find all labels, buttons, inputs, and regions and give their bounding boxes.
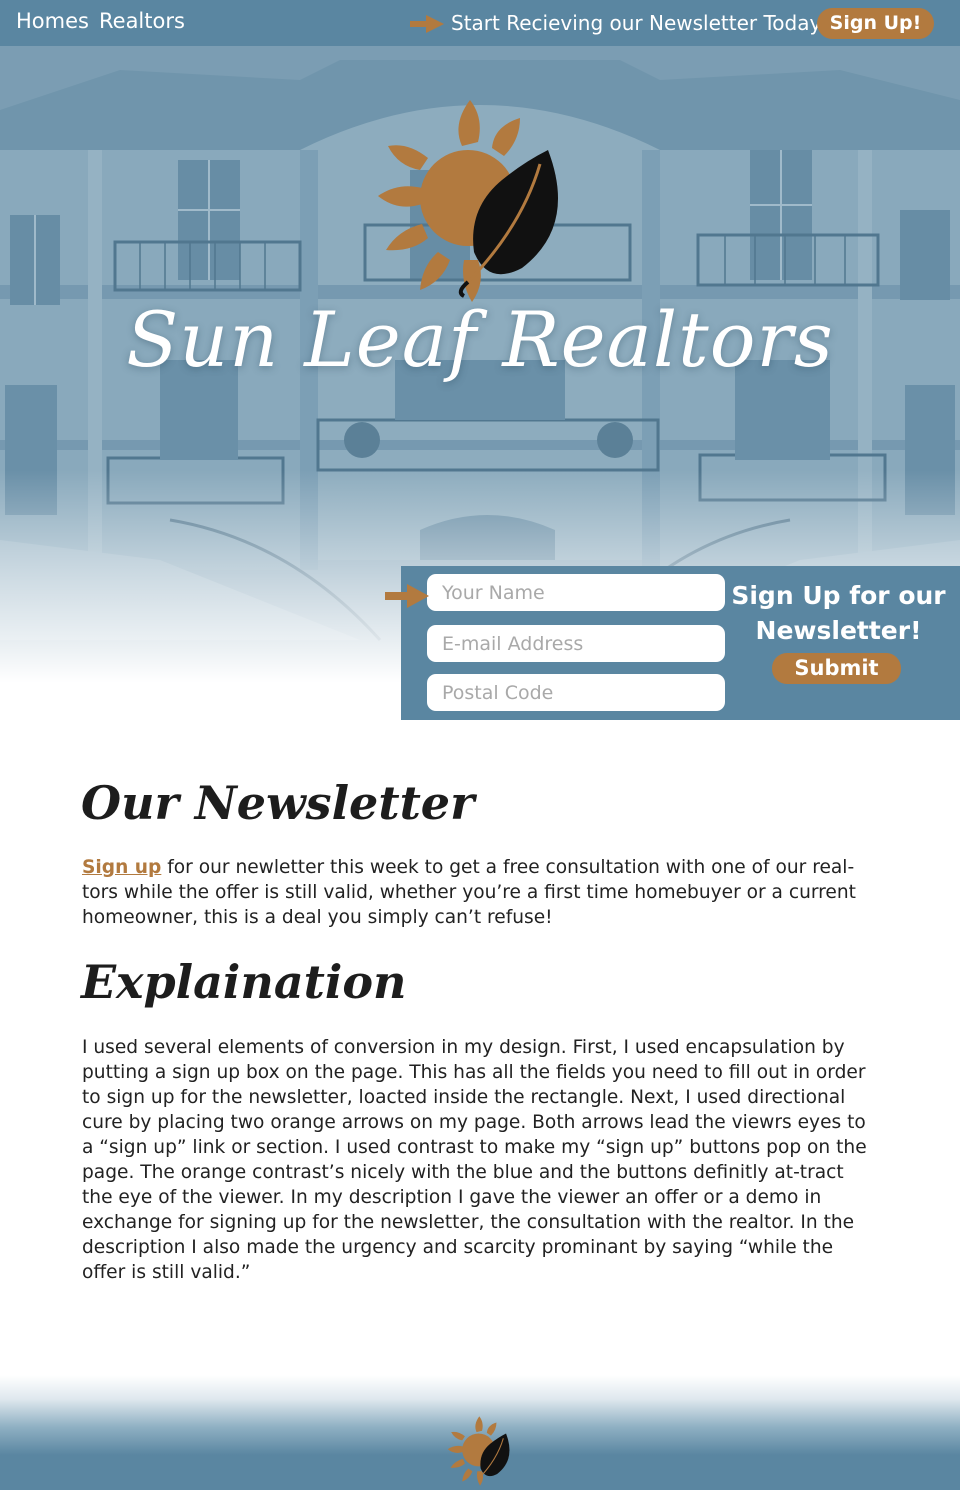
newsletter-signup-box: Sign Up for our Newsletter! Submit: [401, 566, 960, 720]
newsletter-paragraph: Sign up for our newletter this week to g…: [82, 855, 872, 930]
sun-leaf-footer-logo-icon: [447, 1416, 510, 1486]
newsletter-promo-text: Start Recieving our Newsletter Today!: [451, 11, 830, 35]
postal-code-field[interactable]: [427, 674, 725, 711]
top-navbar: Homes Realtors Start Recieving our Newsl…: [0, 0, 960, 46]
name-field[interactable]: [427, 574, 725, 611]
brand-title: Sun Leaf Realtors: [126, 295, 834, 384]
newsletter-title: Our Newsletter: [81, 776, 475, 830]
submit-button[interactable]: Submit: [772, 653, 901, 684]
orange-arrow-icon: [410, 15, 444, 33]
newsletter-body-text: for our newletter this week to get a fre…: [82, 857, 856, 928]
orange-arrow-icon: [385, 584, 429, 608]
email-field[interactable]: [427, 625, 725, 662]
signup-inline-link[interactable]: Sign up: [82, 857, 161, 878]
nav-link-realtors[interactable]: Realtors: [99, 9, 185, 33]
nav-link-homes[interactable]: Homes: [16, 9, 89, 33]
sun-leaf-logo-icon: [378, 100, 559, 302]
signup-heading: Sign Up for our Newsletter!: [731, 581, 946, 645]
explanation-title: Explaination: [81, 955, 407, 1009]
signup-button[interactable]: Sign Up!: [817, 8, 934, 39]
explanation-paragraph: I used several elements of conversion in…: [82, 1037, 867, 1283]
